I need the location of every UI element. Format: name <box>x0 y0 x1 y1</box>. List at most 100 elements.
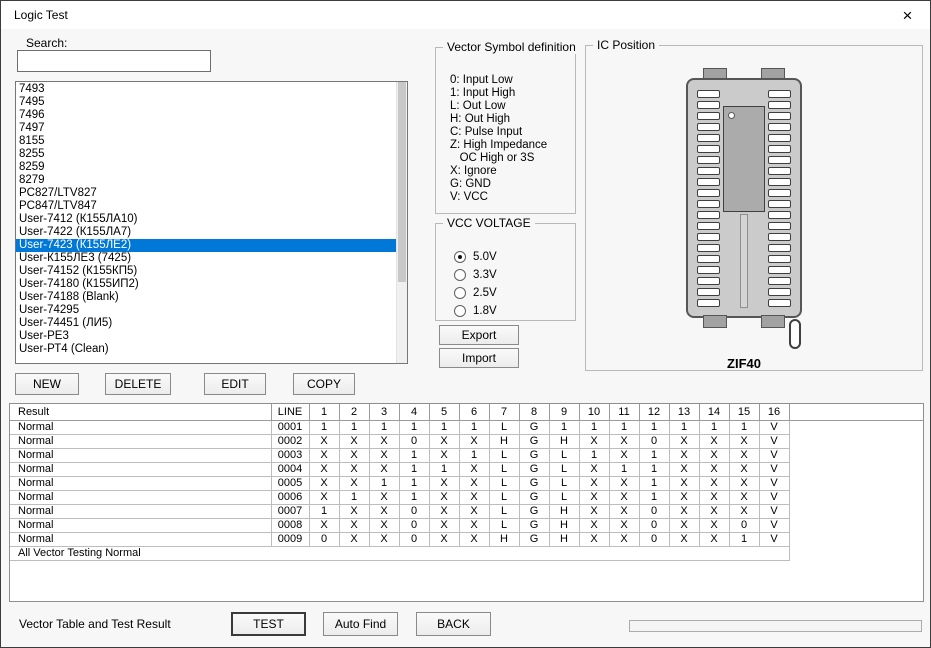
list-item[interactable]: 7496 <box>16 109 396 122</box>
titlebar: Logic Test × <box>1 1 930 29</box>
search-input[interactable] <box>17 50 211 72</box>
pin-cell: G <box>519 490 549 504</box>
pin-cell: X <box>579 490 609 504</box>
vector-symbol-line: 0: Input Low <box>450 74 575 87</box>
result-table: ResultLINE12345678910111213141516 Normal… <box>10 404 923 561</box>
line-cell: 0002 <box>271 434 309 448</box>
pin-cell: 0 <box>399 532 429 546</box>
pin-cell: 0 <box>309 532 339 546</box>
pin-cell: X <box>339 448 369 462</box>
list-item[interactable]: PC827/LTV827 <box>16 187 396 200</box>
edit-button[interactable]: EDIT <box>204 373 266 395</box>
table-header: 15 <box>729 404 759 420</box>
result-row[interactable]: Normal0008XXX0XXLGHXX0XX0V <box>10 518 923 532</box>
list-item[interactable]: 8255 <box>16 148 396 161</box>
list-item[interactable]: User-74295 <box>16 304 396 317</box>
result-cell: Normal <box>10 518 271 532</box>
result-row[interactable]: Normal0003XXX1X1LGL1X1XXXV <box>10 448 923 462</box>
import-button[interactable]: Import <box>439 348 519 368</box>
list-item[interactable]: User-74152 (К155КП5) <box>16 265 396 278</box>
list-item[interactable]: PC847/LTV847 <box>16 200 396 213</box>
list-item-selected[interactable]: User-7423 (К155ЛЕ2) <box>16 239 396 252</box>
result-cell: Normal <box>10 420 271 434</box>
list-item[interactable]: User-К155ЛЕ3 (7425) <box>16 252 396 265</box>
ic-position-groupbox: IC Position ZIF40 <box>585 45 923 371</box>
pin-cell: 1 <box>429 420 459 434</box>
export-button[interactable]: Export <box>439 325 519 345</box>
pin-cell: X <box>609 434 639 448</box>
list-item[interactable]: User-РТ4 (Clean) <box>16 343 396 356</box>
vcc-option-3.3V[interactable]: 3.3V <box>454 266 575 284</box>
copy-button[interactable]: COPY <box>293 373 355 395</box>
result-row[interactable]: Normal0005XX11XXLGLXX1XXXV <box>10 476 923 490</box>
vcc-option-1.8V[interactable]: 1.8V <box>454 302 575 320</box>
pin-cell: X <box>339 504 369 518</box>
filler-cell <box>789 448 923 462</box>
list-item[interactable]: 7497 <box>16 122 396 135</box>
pin-cell: X <box>579 518 609 532</box>
list-item[interactable]: User-7412 (К155ЛА10) <box>16 213 396 226</box>
list-item[interactable]: User-РЕ3 <box>16 330 396 343</box>
filler-cell <box>789 462 923 476</box>
new-button[interactable]: NEW <box>15 373 79 395</box>
auto-find-button[interactable]: Auto Find <box>323 612 398 636</box>
radio-icon <box>454 269 466 281</box>
vcc-option-5.0V[interactable]: 5.0V <box>454 248 575 266</box>
line-cell: 0007 <box>271 504 309 518</box>
pin-cell: H <box>489 532 519 546</box>
result-row[interactable]: Normal0006X1X1XXLGLXX1XXXV <box>10 490 923 504</box>
result-row[interactable]: Normal0004XXX11XLGLX11XXXV <box>10 462 923 476</box>
socket-slot <box>768 200 791 208</box>
back-button[interactable]: BACK <box>416 612 491 636</box>
socket-slot <box>697 211 720 219</box>
vector-symbol-groupbox: Vector Symbol definition 0: Input Low1: … <box>435 47 576 214</box>
vector-symbol-line: C: Pulse Input <box>450 126 575 139</box>
result-row[interactable]: Normal0002XXX0XXHGHXX0XXXV <box>10 434 923 448</box>
pin-cell: 1 <box>639 448 669 462</box>
pin-cell: X <box>339 518 369 532</box>
ic-listbox[interactable]: 74937495749674978155825582598279PC827/LT… <box>15 81 408 364</box>
scrollbar-thumb[interactable] <box>398 82 406 282</box>
table-header: 6 <box>459 404 489 420</box>
pin-cell: X <box>699 518 729 532</box>
pin-cell: G <box>519 476 549 490</box>
list-item[interactable]: 8279 <box>16 174 396 187</box>
pin-cell: 0 <box>399 504 429 518</box>
vector-symbol-lines: 0: Input Low1: Input HighL: Out LowH: Ou… <box>450 74 575 204</box>
window-title: Logic Test <box>14 8 68 22</box>
pin-cell: X <box>699 490 729 504</box>
list-item[interactable]: 8155 <box>16 135 396 148</box>
pin-cell: X <box>669 532 699 546</box>
list-item[interactable]: User-7422 (К155ЛА7) <box>16 226 396 239</box>
list-item[interactable]: 7493 <box>16 83 396 96</box>
result-row[interactable]: Normal0001111111LG1111111V <box>10 420 923 434</box>
list-item[interactable]: User-74451 (ЛИ5) <box>16 317 396 330</box>
vector-symbol-line: X: Ignore <box>450 165 575 178</box>
filler-cell <box>789 518 923 532</box>
result-cell: Normal <box>10 448 271 462</box>
list-item[interactable]: User-74180 (К155ИП2) <box>16 278 396 291</box>
socket-slot <box>768 112 791 120</box>
pin-cell: 1 <box>369 420 399 434</box>
delete-button[interactable]: DELETE <box>105 373 171 395</box>
result-row[interactable]: Normal00071XX0XXLGHXX0XXXV <box>10 504 923 518</box>
list-item[interactable]: 7495 <box>16 96 396 109</box>
list-scrollbar[interactable] <box>396 82 407 363</box>
pin-cell: X <box>369 532 399 546</box>
pin-cell: X <box>339 476 369 490</box>
result-row[interactable]: Normal00090XX0XXHGHXX0XX1V <box>10 532 923 546</box>
list-item[interactable]: User-74188 (Blank) <box>16 291 396 304</box>
socket-slot <box>768 233 791 241</box>
vcc-voltage-title: VCC VOLTAGE <box>443 216 535 230</box>
pin-cell: X <box>309 518 339 532</box>
test-button[interactable]: TEST <box>231 612 306 636</box>
pin-cell: L <box>489 420 519 434</box>
pin-cell: G <box>519 518 549 532</box>
vcc-option-2.5V[interactable]: 2.5V <box>454 284 575 302</box>
pin-cell: X <box>429 532 459 546</box>
list-item[interactable]: 8259 <box>16 161 396 174</box>
pin-cell: X <box>369 518 399 532</box>
close-button[interactable]: × <box>885 1 930 29</box>
pin-cell: X <box>609 504 639 518</box>
socket-slot <box>697 189 720 197</box>
